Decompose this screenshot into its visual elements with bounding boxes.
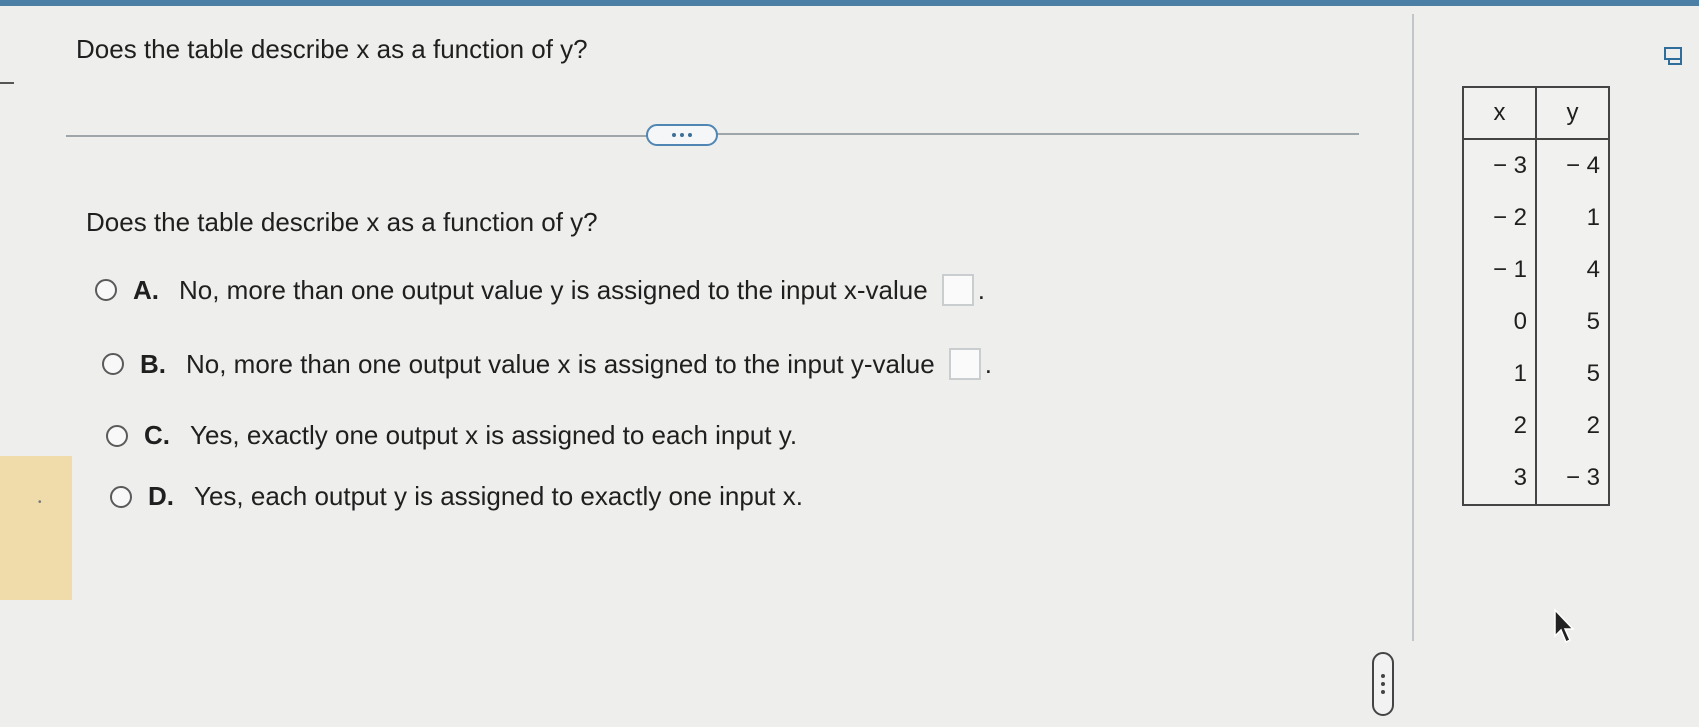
option-a-period: . <box>977 274 985 305</box>
option-b-answer-box[interactable] <box>948 348 981 380</box>
cell-x: 3 <box>1513 464 1527 491</box>
table-row: 0 5 <box>1463 296 1609 348</box>
option-b-letter: B. <box>140 348 166 379</box>
question-prompt: Does the table describe x as a function … <box>86 207 598 237</box>
left-tab-dot: • <box>38 497 42 508</box>
option-b-text: No, more than one output value x is assi… <box>186 348 935 379</box>
table-row: 3 − 3 <box>1463 452 1609 505</box>
pane-splitter[interactable] <box>1412 14 1414 641</box>
left-edge-marker <box>0 82 14 84</box>
cell-y: 1 <box>1535 192 1609 244</box>
option-a-letter: A. <box>133 274 159 305</box>
cell-y: 5 <box>1535 296 1609 348</box>
option-a-answer-box[interactable] <box>941 274 974 306</box>
option-a-text: No, more than one output value y is assi… <box>179 274 928 305</box>
question-title: Does the table describe x as a function … <box>76 34 588 64</box>
radio-d[interactable] <box>110 485 132 508</box>
cell-x: − 3 <box>1492 152 1527 179</box>
cell-x: − 2 <box>1492 204 1527 231</box>
radio-b[interactable] <box>102 353 124 375</box>
top-accent-bar <box>0 0 1699 6</box>
print-icon[interactable] <box>1662 46 1686 66</box>
data-table: x y − 3 − 4 − 2 1 − 1 4 0 5 1 5 2 2 3 − … <box>1462 86 1610 506</box>
option-c[interactable]: C. Yes, exactly one output x is assigned… <box>106 420 797 451</box>
option-c-letter: C. <box>144 420 170 450</box>
table-header-row: x y <box>1463 87 1609 140</box>
option-d-text: Yes, each output y is assigned to exactl… <box>194 481 803 511</box>
option-b-period: . <box>984 348 992 379</box>
table-row: − 1 4 <box>1463 244 1609 296</box>
table-row: 1 5 <box>1463 348 1609 400</box>
left-side-tab[interactable] <box>0 456 72 600</box>
cell-y: 2 <box>1535 400 1609 452</box>
more-options-icon[interactable] <box>646 124 718 146</box>
option-b[interactable]: B. No, more than one output value x is a… <box>102 348 992 380</box>
cell-x: 2 <box>1513 412 1527 439</box>
table-row: − 3 − 4 <box>1463 139 1609 192</box>
option-a[interactable]: A. No, more than one output value y is a… <box>95 274 985 306</box>
cell-y: − 3 <box>1535 452 1609 505</box>
resize-handle-icon[interactable] <box>1372 652 1394 716</box>
cell-x: − 1 <box>1492 256 1527 283</box>
header-y: y <box>1535 87 1609 140</box>
cell-y: 4 <box>1535 244 1609 296</box>
option-d[interactable]: D. Yes, each output y is assigned to exa… <box>110 481 803 512</box>
option-d-letter: D. <box>148 481 174 511</box>
radio-a[interactable] <box>95 279 117 301</box>
table-row: − 2 1 <box>1463 192 1609 244</box>
option-c-text: Yes, exactly one output x is assigned to… <box>190 420 798 450</box>
cell-x: 0 <box>1513 308 1527 335</box>
mouse-pointer-icon <box>1554 608 1575 644</box>
cell-y: − 4 <box>1535 139 1609 192</box>
radio-c[interactable] <box>106 424 128 447</box>
table-row: 2 2 <box>1463 400 1609 452</box>
cell-x: 1 <box>1513 360 1527 387</box>
section-divider-left <box>66 135 654 137</box>
cell-y: 5 <box>1535 348 1609 400</box>
header-x: x <box>1463 87 1536 140</box>
section-divider-right <box>714 133 1359 135</box>
